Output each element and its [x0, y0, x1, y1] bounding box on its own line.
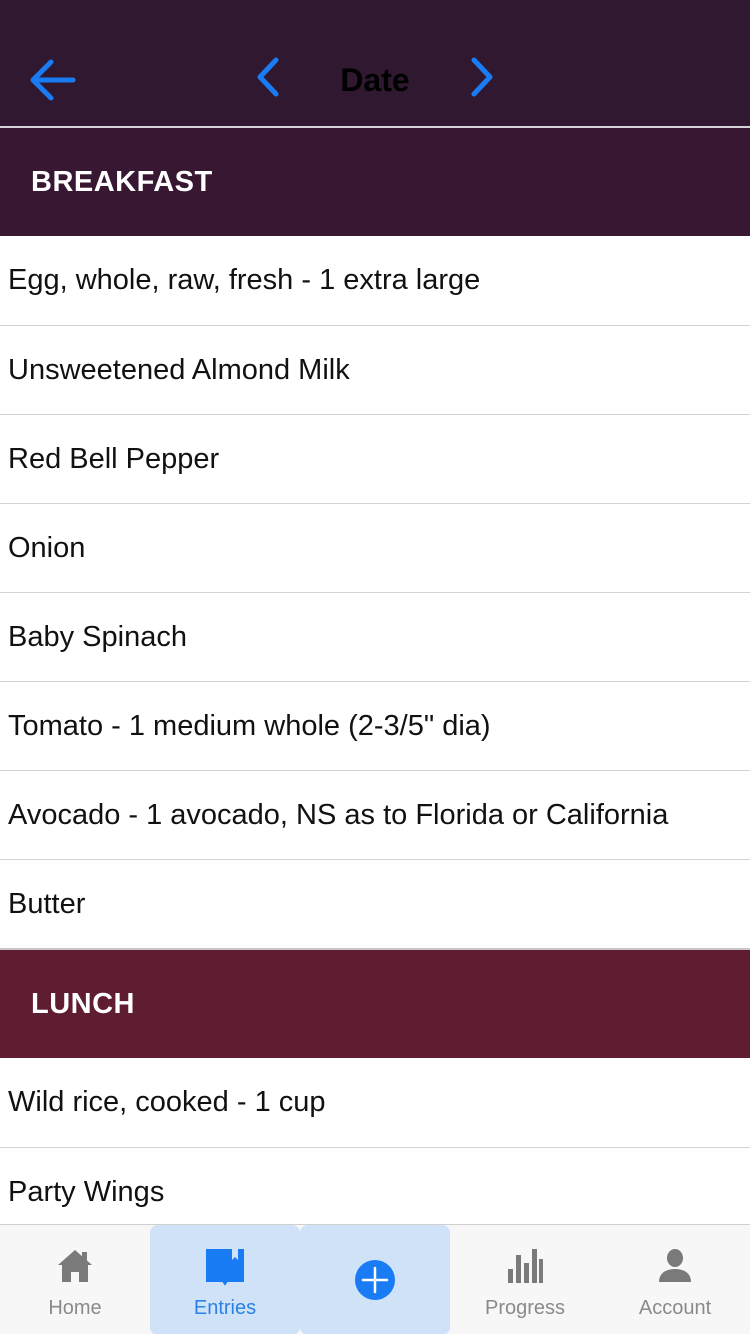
plus-circle-icon: [354, 1259, 396, 1301]
list-item[interactable]: Avocado - 1 avocado, NS as to Florida or…: [0, 770, 750, 859]
list-item[interactable]: Tomato - 1 medium whole (2-3/5" dia): [0, 681, 750, 770]
entries-list: BREAKFAST Egg, whole, raw, fresh - 1 ext…: [0, 128, 750, 1224]
next-date-button[interactable]: [460, 52, 504, 102]
tab-account-label: Account: [638, 1297, 712, 1319]
tab-entries[interactable]: Entries: [150, 1225, 300, 1334]
tab-home[interactable]: Home: [0, 1225, 150, 1334]
section-header-lunch: LUNCH: [0, 948, 750, 1058]
list-item[interactable]: Wild rice, cooked - 1 cup: [0, 1058, 750, 1147]
list-item[interactable]: Party Wings: [0, 1147, 750, 1224]
page-title: Date: [340, 62, 410, 98]
list-item[interactable]: Egg, whole, raw, fresh - 1 extra large: [0, 236, 750, 325]
list-item[interactable]: Red Bell Pepper: [0, 414, 750, 503]
list-item[interactable]: Baby Spinach: [0, 592, 750, 681]
person-icon: [654, 1245, 696, 1287]
tab-progress-label: Progress: [484, 1297, 566, 1319]
bar-chart-icon: [504, 1245, 546, 1287]
chevron-left-icon: [257, 57, 279, 97]
section-header-breakfast: BREAKFAST: [0, 128, 750, 236]
list-item[interactable]: Butter: [0, 859, 750, 948]
tab-bar: Home Entries Progress Account: [0, 1224, 750, 1334]
tab-entries-label: Entries: [193, 1297, 257, 1319]
home-icon: [54, 1245, 96, 1287]
tab-home-label: Home: [48, 1297, 102, 1319]
tab-progress[interactable]: Progress: [450, 1225, 600, 1334]
add-entry-button[interactable]: [300, 1225, 450, 1334]
book-icon: [204, 1245, 246, 1287]
arrow-left-icon: [30, 59, 76, 101]
back-button[interactable]: [22, 52, 82, 108]
list-item[interactable]: Unsweetened Almond Milk: [0, 325, 750, 414]
list-item[interactable]: Onion: [0, 503, 750, 592]
tab-account[interactable]: Account: [600, 1225, 750, 1334]
chevron-right-icon: [471, 57, 493, 97]
previous-date-button[interactable]: [246, 52, 290, 102]
nav-header: Date: [0, 0, 750, 128]
app-screen: Date BREAKFAST Egg, whole, raw, fresh - …: [0, 0, 750, 1334]
